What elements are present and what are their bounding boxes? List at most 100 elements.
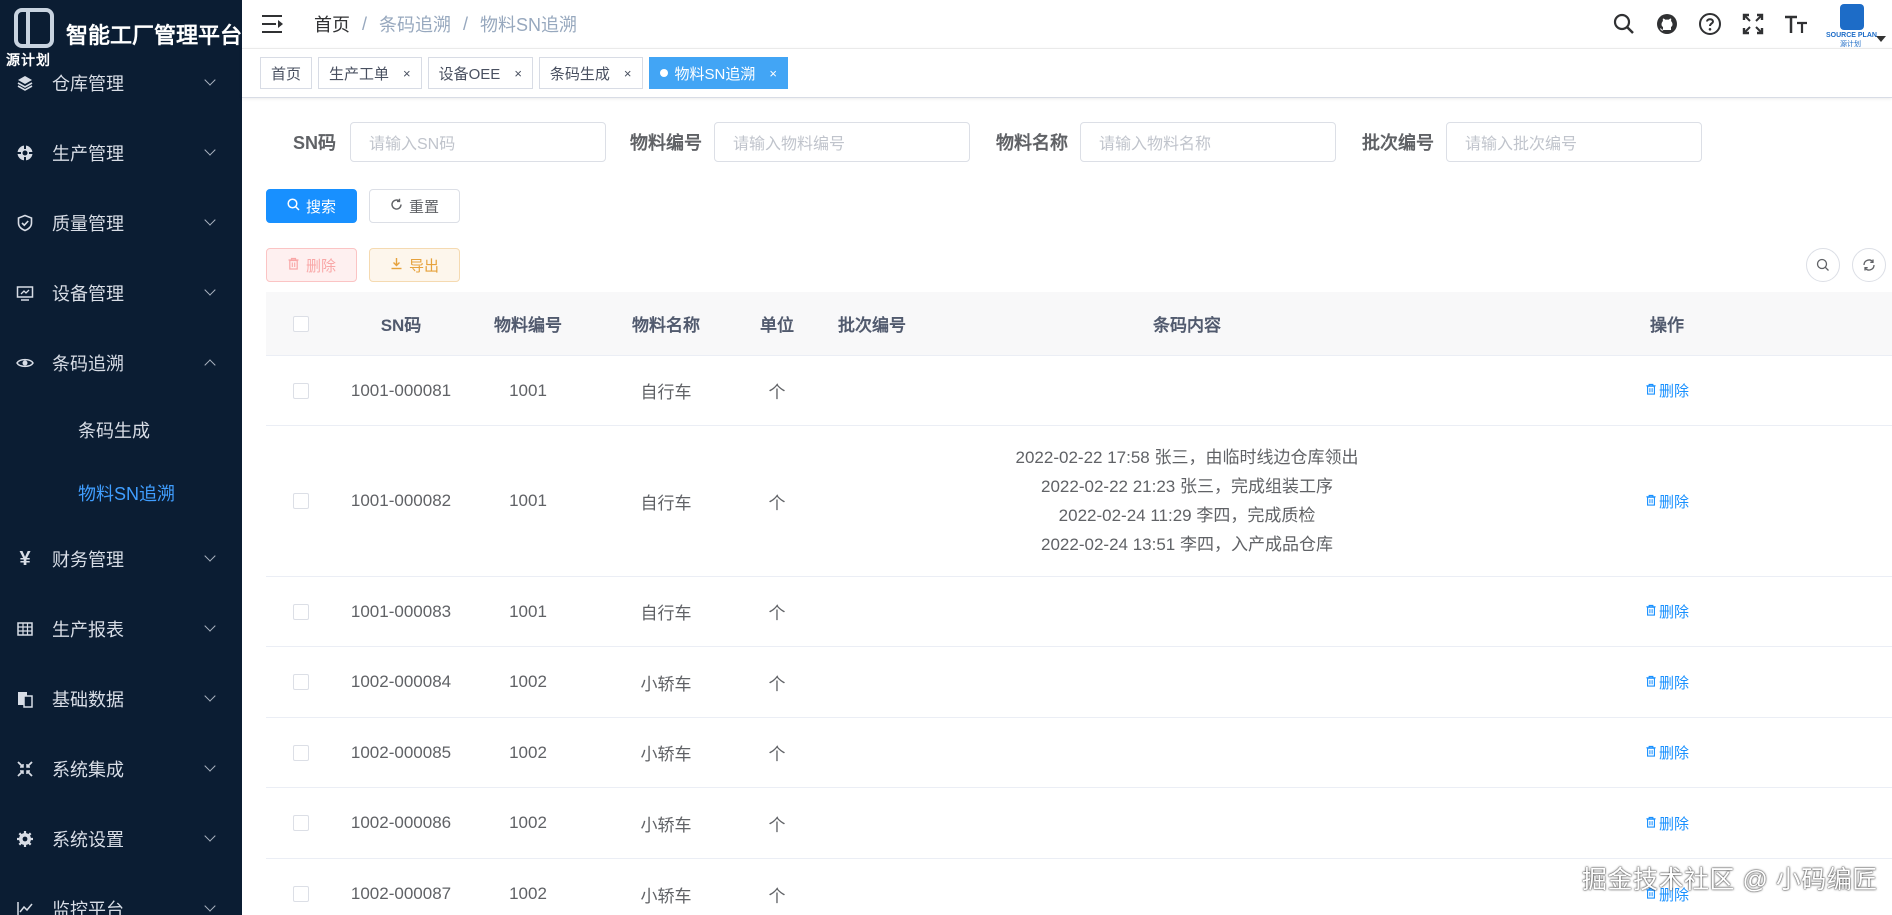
row-checkbox[interactable] bbox=[293, 674, 309, 690]
sidebar-subitem-material-sn-trace[interactable]: 物料SN追溯 bbox=[0, 461, 242, 524]
batch-input[interactable]: 请输入批次编号 bbox=[1446, 122, 1702, 162]
row-delete-link[interactable]: 删除 bbox=[1645, 742, 1689, 763]
sidebar-item-label: 系统集成 bbox=[52, 760, 124, 780]
logo-shape bbox=[14, 8, 54, 48]
close-icon[interactable]: × bbox=[624, 66, 632, 81]
row-delete-link[interactable]: 删除 bbox=[1645, 813, 1689, 834]
breadcrumb-home[interactable]: 首页 bbox=[314, 11, 350, 37]
chart-icon bbox=[16, 900, 34, 915]
sidebar-item-settings[interactable]: 系统设置 bbox=[0, 804, 242, 874]
batch-label: 批次编号 bbox=[1362, 133, 1434, 153]
tag-home[interactable]: 首页 bbox=[260, 57, 313, 89]
row-delete-link[interactable]: 删除 bbox=[1645, 380, 1689, 401]
export-button[interactable]: 导出 bbox=[369, 248, 460, 282]
material-code-input[interactable]: 请输入物料编号 bbox=[714, 122, 970, 162]
table-icon bbox=[16, 620, 34, 638]
search-button[interactable]: 搜索 bbox=[266, 189, 357, 223]
sidebar-subitem-barcode-generate[interactable]: 条码生成 bbox=[0, 398, 242, 461]
column-header: 批次编号 bbox=[838, 316, 906, 335]
material-code-cell: 1002 bbox=[509, 742, 547, 762]
content-line: 2022-02-22 17:58 张三，由临时线边仓库领出 bbox=[1015, 448, 1359, 467]
row-delete-link[interactable]: 删除 bbox=[1645, 491, 1689, 512]
breadcrumb-current: 物料SN追溯 bbox=[480, 15, 578, 35]
chevron-down-icon bbox=[204, 74, 216, 86]
sn-cell: 1002-000086 bbox=[350, 813, 452, 832]
sidebar-item-equipment[interactable]: 设备管理 bbox=[0, 258, 242, 328]
row-delete-label: 删除 bbox=[1658, 815, 1689, 833]
column-header: SN码 bbox=[380, 316, 422, 335]
search-icon bbox=[287, 198, 300, 214]
font-size-icon[interactable] bbox=[1783, 11, 1809, 37]
hamburger-icon[interactable] bbox=[262, 15, 284, 33]
chevron-down-icon bbox=[204, 900, 216, 912]
row-checkbox[interactable] bbox=[293, 382, 309, 399]
app-logo[interactable]: 源计划 智能工厂管理平台 bbox=[0, 0, 242, 70]
sidebar-menu: 仓库管理 生产管理 质量管理 设备管理 条码追溯 条码生成 物料SN追溯 ¥ 财… bbox=[0, 48, 242, 915]
active-dot-icon bbox=[659, 69, 668, 77]
unit-cell: 个 bbox=[768, 745, 786, 764]
material-code-cell: 1002 bbox=[509, 813, 547, 832]
sn-cell: 1002-000084 bbox=[350, 672, 452, 691]
sn-input[interactable]: 请输入SN码 bbox=[350, 122, 606, 162]
row-select-cell bbox=[266, 674, 336, 690]
select-all-checkbox[interactable] bbox=[293, 315, 309, 332]
sidebar-item-basedata[interactable]: 基础数据 bbox=[0, 664, 242, 734]
material-name-cell: 小轿车 bbox=[640, 815, 692, 835]
row-select-cell bbox=[266, 744, 336, 761]
sidebar-item-integration[interactable]: 系统集成 bbox=[0, 734, 242, 804]
tag-barcode-generate[interactable]: 条码生成 × bbox=[538, 57, 643, 89]
sidebar-item-finance[interactable]: ¥ 财务管理 bbox=[0, 524, 242, 594]
trash-icon bbox=[1645, 494, 1657, 509]
close-icon[interactable]: × bbox=[769, 66, 777, 81]
sidebar-item-production[interactable]: 生产管理 bbox=[0, 118, 242, 188]
op-cell: 删除 bbox=[1442, 813, 1892, 834]
row-checkbox[interactable] bbox=[293, 493, 309, 509]
gear-icon bbox=[16, 830, 34, 848]
material-name-cell: 小轿车 bbox=[640, 745, 692, 764]
row-checkbox[interactable] bbox=[293, 886, 309, 902]
close-icon[interactable]: × bbox=[514, 66, 522, 81]
trash-icon bbox=[1645, 745, 1657, 760]
close-icon[interactable]: × bbox=[403, 66, 411, 81]
trash-icon bbox=[1645, 383, 1657, 398]
row-delete-link[interactable]: 删除 bbox=[1645, 672, 1689, 693]
reset-button[interactable]: 重置 bbox=[369, 189, 460, 223]
sidebar-item-monitor[interactable]: 监控平台 bbox=[0, 874, 242, 915]
row-select-cell bbox=[266, 382, 336, 399]
integration-icon bbox=[16, 760, 34, 778]
column-header: 单位 bbox=[760, 316, 794, 335]
breadcrumb-separator: / bbox=[463, 13, 469, 34]
chevron-down-icon bbox=[204, 214, 216, 226]
material-name-input[interactable]: 请输入物料名称 bbox=[1080, 122, 1336, 162]
material-name-cell: 自行车 bbox=[640, 493, 692, 513]
search-button-label: 搜索 bbox=[305, 198, 336, 216]
tag-material-sn-trace[interactable]: 物料SN追溯 × bbox=[648, 57, 788, 89]
refresh-button[interactable] bbox=[1852, 248, 1886, 282]
sidebar-item-quality[interactable]: 质量管理 bbox=[0, 188, 242, 258]
row-checkbox[interactable] bbox=[293, 744, 309, 761]
caret-down-icon[interactable] bbox=[1876, 36, 1886, 42]
row-checkbox[interactable] bbox=[293, 815, 309, 831]
sn-cell: 1002-000085 bbox=[350, 742, 452, 762]
material-code-cell: 1001 bbox=[509, 491, 547, 510]
avatar[interactable]: SOURCE PLAN 源计划 bbox=[1826, 2, 1877, 48]
row-checkbox[interactable] bbox=[293, 603, 309, 620]
data-icon bbox=[16, 690, 34, 708]
tag-equipment-oee[interactable]: 设备OEE × bbox=[427, 57, 533, 89]
github-icon[interactable] bbox=[1654, 11, 1680, 37]
delete-button[interactable]: 删除 bbox=[266, 248, 357, 282]
sidebar-item-report[interactable]: 生产报表 bbox=[0, 594, 242, 664]
tag-work-order[interactable]: 生产工单 × bbox=[318, 57, 422, 89]
help-icon[interactable] bbox=[1697, 11, 1723, 37]
row-delete-link[interactable]: 删除 bbox=[1645, 601, 1689, 622]
search-icon[interactable] bbox=[1611, 11, 1637, 37]
logo-mark: 源计划 bbox=[6, 2, 58, 68]
row-select-cell bbox=[266, 815, 336, 831]
sidebar-item-barcode-trace[interactable]: 条码追溯 bbox=[0, 328, 242, 398]
breadcrumb: 首页 / 条码追溯 / 物料SN追溯 bbox=[314, 11, 577, 37]
toggle-search-button[interactable] bbox=[1806, 248, 1840, 282]
material-name-cell: 自行车 bbox=[640, 383, 692, 402]
reset-button-label: 重置 bbox=[408, 198, 439, 216]
fullscreen-icon[interactable] bbox=[1740, 11, 1766, 37]
sidebar-item-label: 监控平台 bbox=[52, 900, 124, 915]
